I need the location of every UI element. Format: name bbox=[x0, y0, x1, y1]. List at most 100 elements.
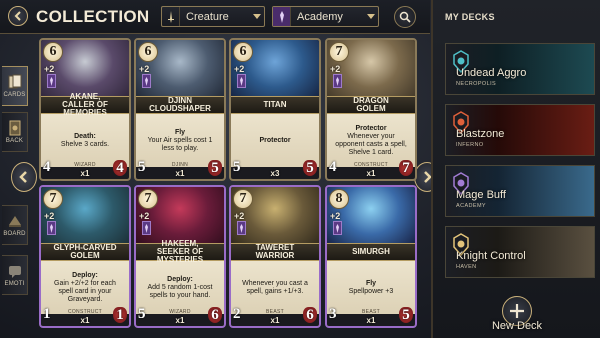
attack-value: 5 bbox=[138, 306, 146, 322]
card-item[interactable]: AKANE, CALLER OF MEMORIES Death: Shelve … bbox=[39, 38, 131, 181]
card-item[interactable]: DJINN CLOUDSHAPER Fly Your Air spells co… bbox=[134, 38, 226, 181]
tab-board[interactable]: BOARD bbox=[2, 205, 28, 245]
deck-item[interactable]: Mage Buff ACADEMY bbox=[445, 165, 595, 217]
academy-faction-icon bbox=[237, 221, 246, 235]
faction-dropdown[interactable]: Academy bbox=[272, 6, 379, 27]
deck-item[interactable]: Blastzone INFERNO bbox=[445, 104, 595, 156]
attack-value: 5 bbox=[233, 159, 241, 175]
card-item[interactable]: SIMURGH Fly Spellpower +3 BEAST x1 8 +2 … bbox=[325, 185, 417, 328]
academy-faction-icon bbox=[47, 221, 56, 235]
card-item[interactable]: TAWERET WARRIOR Whenever you cast a spel… bbox=[229, 185, 321, 328]
deck-faction: INFERNO bbox=[456, 142, 484, 148]
card-name: DJINN CLOUDSHAPER bbox=[136, 96, 224, 114]
collection-screen: COLLECTION Creature Academy CARDS BACK B… bbox=[0, 0, 600, 338]
card-name: TAWERET WARRIOR bbox=[231, 243, 319, 261]
attack-value: 5 bbox=[138, 159, 146, 175]
card-back-icon bbox=[9, 120, 20, 136]
attack-value: 4 bbox=[43, 159, 51, 175]
card-ability-text: Whenever you cast a spell, gains +1/+3. bbox=[242, 280, 308, 295]
health-value: 1 bbox=[113, 307, 127, 323]
page-title: COLLECTION bbox=[36, 7, 150, 26]
health-value: 5 bbox=[399, 307, 413, 323]
my-decks-panel: MY DECKS Undead Aggro NECROPOLIS Blastzo… bbox=[431, 0, 600, 338]
health-value: 5 bbox=[208, 160, 222, 176]
card-ability-text: Spellpower +3 bbox=[348, 288, 394, 295]
card-ability-text: Gain +2/+2 for each spell card in your G… bbox=[54, 280, 116, 303]
deck-faction: NECROPOLIS bbox=[456, 81, 497, 87]
search-button[interactable] bbox=[394, 6, 416, 28]
tab-cards[interactable]: CARDS bbox=[2, 66, 28, 106]
deck-item[interactable]: Knight Control HAVEN bbox=[445, 226, 595, 278]
card-ability-text: Your Air spells cost 1 less to play. bbox=[147, 137, 213, 152]
card-bonus: +2 bbox=[234, 211, 245, 221]
card-type-dropdown[interactable]: Creature bbox=[161, 6, 265, 27]
attack-value: 1 bbox=[43, 306, 51, 322]
tab-label: CARDS bbox=[3, 92, 26, 98]
health-value: 6 bbox=[208, 307, 222, 323]
mana-cost-gem: 6 bbox=[233, 42, 253, 62]
card-name: GLYPH-CARVED GOLEM bbox=[41, 243, 129, 261]
health-value: 6 bbox=[303, 307, 317, 323]
mana-cost-gem: 7 bbox=[233, 189, 253, 209]
card-ability-text: Add 5 random 1-cost spells to your hand. bbox=[147, 284, 213, 299]
previous-page-button[interactable] bbox=[11, 162, 37, 192]
deck-faction: HAVEN bbox=[456, 264, 477, 270]
card-ability-text: Shelve 3 cards. bbox=[60, 141, 110, 148]
academy-faction-icon bbox=[237, 74, 246, 88]
card-keyword: Fly bbox=[365, 280, 377, 287]
mana-cost-gem: 6 bbox=[138, 42, 158, 62]
tab-back[interactable]: BACK bbox=[2, 112, 28, 152]
search-icon bbox=[399, 11, 411, 23]
tab-label: BACK bbox=[5, 138, 24, 144]
card-description: Deploy: Gain +2/+2 for each spell card i… bbox=[49, 265, 121, 311]
card-description: Fly Your Air spells cost 1 less to play. bbox=[144, 118, 216, 164]
card-name: SIMURGH bbox=[327, 243, 415, 261]
card-keyword: Deploy: bbox=[72, 272, 98, 279]
card-keyword: Deploy: bbox=[167, 276, 193, 283]
card-item[interactable]: GLYPH-CARVED GOLEM Deploy: Gain +2/+2 fo… bbox=[39, 185, 131, 328]
card-item[interactable]: DRAGON GOLEM Protector Whenever your opp… bbox=[325, 38, 417, 181]
card-description: Death: Shelve 3 cards. bbox=[49, 118, 121, 164]
board-icon bbox=[8, 216, 21, 227]
new-deck-button[interactable]: New Deck bbox=[487, 294, 547, 334]
header-bar: COLLECTION Creature Academy bbox=[0, 0, 430, 34]
deck-name: Undead Aggro bbox=[456, 67, 527, 79]
tab-label: EMOTI bbox=[4, 281, 25, 287]
card-item[interactable]: HAKEEM, SEEKER OF MYSTERIES Deploy: Add … bbox=[134, 185, 226, 328]
card-ability-text: Whenever your opponent casts a spell, Sh… bbox=[335, 133, 407, 156]
card-bonus: +2 bbox=[139, 64, 150, 74]
card-description: Fly Spellpower +3 bbox=[335, 265, 407, 311]
faction-value: Academy bbox=[297, 10, 343, 23]
chevron-left-icon bbox=[14, 11, 21, 21]
card-name: DRAGON GOLEM bbox=[327, 96, 415, 114]
card-bonus: +2 bbox=[330, 64, 341, 74]
my-decks-title: MY DECKS bbox=[445, 12, 495, 22]
card-type-value: Creature bbox=[186, 10, 229, 23]
card-description: Protector bbox=[239, 118, 311, 164]
academy-faction-icon bbox=[142, 221, 151, 235]
deck-name: Mage Buff bbox=[456, 189, 506, 201]
card-item[interactable]: TITAN Protector x3 6 +2 5 5 bbox=[229, 38, 321, 181]
card-bonus: +2 bbox=[44, 211, 55, 221]
deck-item[interactable]: Undead Aggro NECROPOLIS bbox=[445, 43, 595, 95]
mana-cost-gem: 7 bbox=[138, 189, 158, 209]
card-bonus: +2 bbox=[44, 64, 55, 74]
mana-cost-gem: 6 bbox=[43, 42, 63, 62]
academy-faction-icon bbox=[47, 74, 56, 88]
deck-name: Blastzone bbox=[456, 128, 505, 140]
deck-name: Knight Control bbox=[456, 250, 526, 262]
card-bonus: +2 bbox=[139, 211, 150, 221]
tab-label: BOARD bbox=[3, 231, 26, 237]
card-description: Whenever you cast a spell, gains +1/+3. bbox=[239, 265, 311, 311]
card-type-icon bbox=[162, 7, 180, 26]
card-keyword: Fly bbox=[174, 129, 186, 136]
cards-icon bbox=[8, 74, 21, 89]
new-deck-label: New Deck bbox=[491, 320, 543, 332]
mana-cost-gem: 7 bbox=[329, 42, 349, 62]
back-button[interactable] bbox=[8, 6, 28, 26]
deck-faction: ACADEMY bbox=[456, 203, 486, 209]
card-keyword: Protector bbox=[259, 137, 291, 144]
tab-emote[interactable]: EMOTI bbox=[2, 255, 28, 295]
academy-faction-icon bbox=[333, 221, 342, 235]
card-bonus: +2 bbox=[234, 64, 245, 74]
